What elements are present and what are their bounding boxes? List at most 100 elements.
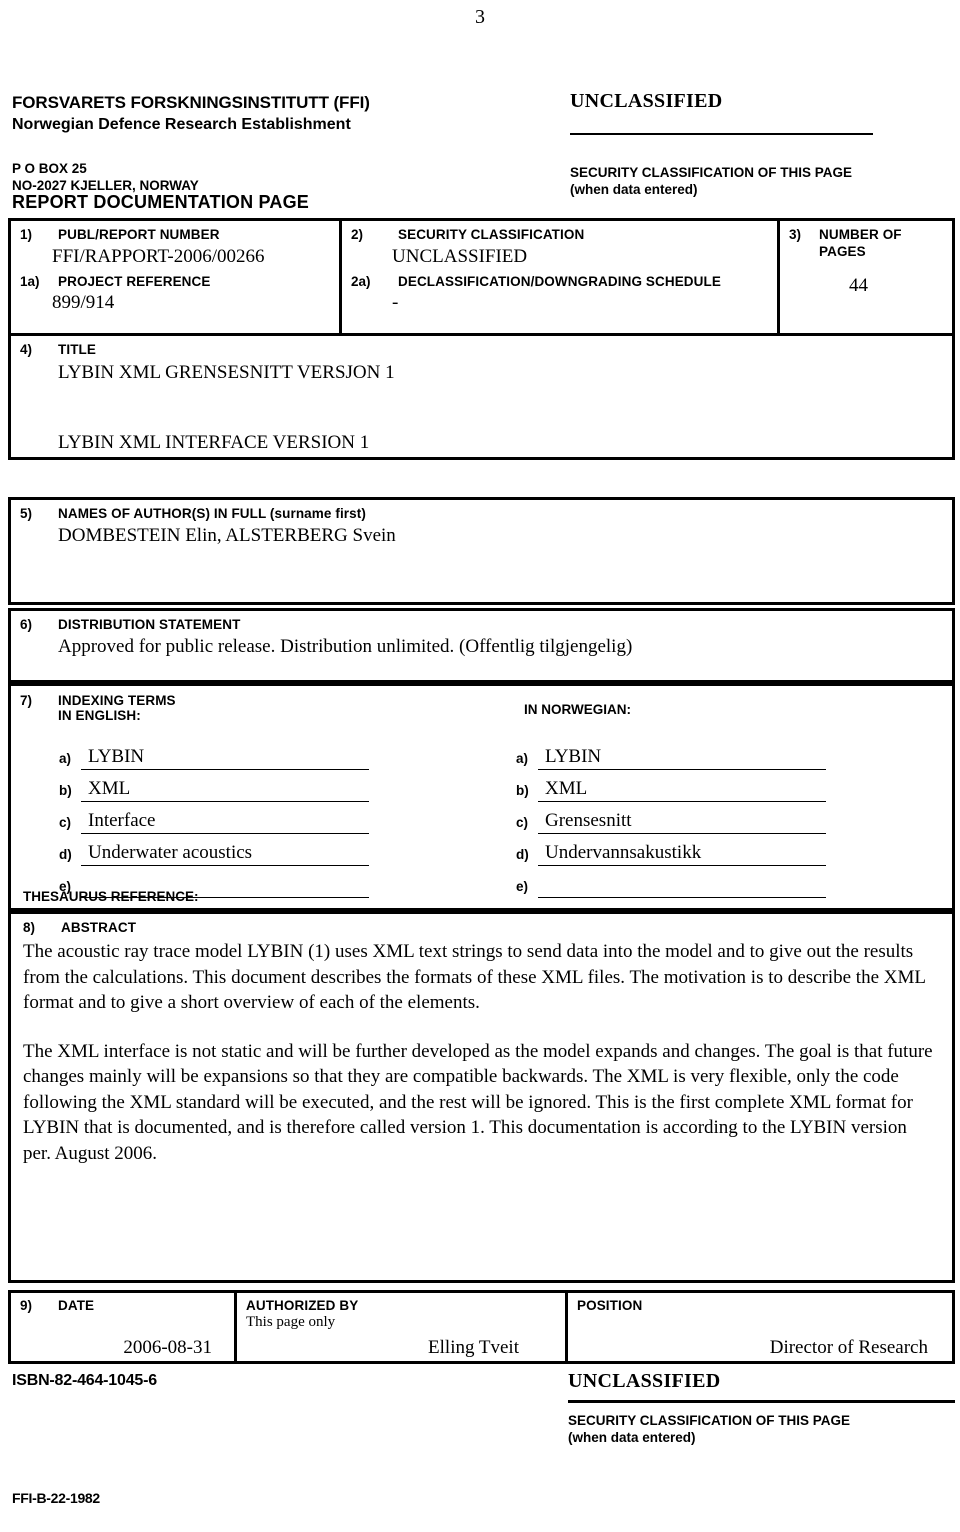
indexing-term-en-c[interactable]: Interface (81, 810, 369, 834)
security-classification-header: 2) SECURITY CLASSIFICATION (351, 227, 777, 242)
indexing-term-row: c) Grensesnitt (516, 802, 826, 834)
project-reference-value: 899/914 (52, 292, 115, 313)
abstract-paragraph-2: The XML interface is not static and will… (23, 1040, 933, 1164)
header-security-note-line-2: (when data entered) (570, 182, 698, 197)
security-classification-label: SECURITY CLASSIFICATION (398, 227, 585, 242)
indexing-terms-label-norwegian: IN NORWEGIAN: (524, 702, 631, 717)
number-of-pages-value: 44 (849, 275, 868, 296)
indexing-terms-header: 7) INDEXING TERMS IN ENGLISH: (20, 693, 952, 723)
footer-security-note-line-1: SECURITY CLASSIFICATION OF THIS PAGE (568, 1413, 851, 1428)
indexing-letter-c-en: c) (59, 815, 72, 830)
indexing-term-row: d) Undervannsakustikk (516, 834, 826, 866)
abstract-inner: 8) ABSTRACT The acoustic ray trace model… (11, 914, 952, 1166)
organization-address: P O BOX 25 NO-2027 KJELLER, NORWAY (12, 160, 442, 194)
field-number-4: 4) (20, 342, 33, 357)
indexing-letter-a-no: a) (516, 751, 529, 766)
indexing-terms-block: 7) INDEXING TERMS IN ENGLISH: IN NORWEGI… (8, 683, 955, 911)
header-classification: UNCLASSIFIED (570, 90, 723, 112)
security-classification-cell: 2) SECURITY CLASSIFICATION UNCLASSIFIED … (342, 221, 780, 333)
authors-inner: 5) NAMES OF AUTHOR(S) IN FULL (surname f… (11, 500, 952, 547)
title-label: TITLE (58, 342, 96, 357)
date-value: 2006-08-31 (123, 1337, 212, 1358)
footer-classification: UNCLASSIFIED (568, 1370, 721, 1392)
indexing-term-row: b) XML (516, 770, 826, 802)
project-reference-label: PROJECT REFERENCE (58, 274, 211, 289)
field-number-2a: 2a) (351, 274, 371, 289)
field-number-9: 9) (20, 1298, 33, 1313)
distribution-value: Approved for public release. Distributio… (58, 636, 633, 657)
distribution-inner: 6) DISTRIBUTION STATEMENT Approved for p… (11, 611, 952, 658)
indexing-term-row: a) LYBIN (59, 738, 369, 770)
title-inner: 4) TITLE LYBIN XML GRENSESNITT VERSJON 1… (11, 336, 952, 463)
form-code: FFI-B-22-1982 (12, 1490, 100, 1506)
indexing-terms-labels: INDEXING TERMS IN ENGLISH: (58, 693, 176, 723)
number-of-pages-cell: 3) NUMBER OF PAGES 44 (780, 221, 952, 333)
publ-report-number-label: PUBL/REPORT NUMBER (58, 227, 220, 242)
publ-report-number-value: FFI/RAPPORT-2006/00266 (52, 246, 265, 267)
field-number-1: 1) (20, 227, 33, 242)
report-documentation-page: 3 FORSVARETS FORSKNINGSINSTITUTT (FFI) N… (0, 0, 960, 1532)
header-security-note-line-1: SECURITY CLASSIFICATION OF THIS PAGE (570, 165, 853, 180)
footer-classification-rule (568, 1400, 955, 1403)
thesaurus-reference-label: THESAURUS REFERENCE: (23, 889, 199, 904)
indexing-letter-c-no: c) (516, 815, 529, 830)
indexing-term-no-a[interactable]: LYBIN (538, 746, 826, 770)
distribution-block: 6) DISTRIBUTION STATEMENT Approved for p… (8, 608, 955, 683)
field-number-1a: 1a) (20, 274, 40, 289)
date-cell: 9) DATE 2006-08-31 (11, 1293, 237, 1361)
authorized-by-label: AUTHORIZED BY (246, 1298, 359, 1313)
indexing-term-row: a) LYBIN (516, 738, 826, 770)
authorized-by-value: Elling Tveit (428, 1337, 519, 1358)
authors-value: DOMBESTEIN Elin, ALSTERBERG Svein (58, 525, 396, 546)
report-identification-block: 1) PUBL/REPORT NUMBER FFI/RAPPORT-2006/0… (8, 218, 955, 336)
indexing-term-no-e[interactable] (538, 874, 826, 898)
number-of-pages-label-line-1: NUMBER OF (819, 227, 902, 242)
indexing-term-row: e) (516, 866, 826, 898)
organization-name-no: FORSVARETS FORSKNINGSINSTITUTT (FFI) (12, 93, 370, 112)
title-value-english: LYBIN XML INTERFACE VERSION 1 (58, 432, 370, 453)
publ-report-number-header: 1) PUBL/REPORT NUMBER (20, 227, 339, 242)
isbn-number: ISBN-82-464-1045-6 (12, 1372, 157, 1389)
page-number: 3 (475, 6, 485, 28)
indexing-terms-norwegian-column: a) LYBIN b) XML c) Grensesnitt d) Underv… (516, 738, 826, 898)
field-number-3: 3) (789, 227, 802, 242)
abstract-block: 8) ABSTRACT The acoustic ray trace model… (8, 911, 955, 1283)
number-of-pages-header: 3) NUMBER OF (789, 227, 952, 242)
indexing-term-no-c[interactable]: Grensesnitt (538, 810, 826, 834)
indexing-term-en-b[interactable]: XML (81, 778, 369, 802)
security-classification-value: UNCLASSIFIED (392, 246, 528, 267)
indexing-term-no-d[interactable]: Undervannsakustikk (538, 842, 826, 866)
indexing-terms-inner: 7) INDEXING TERMS IN ENGLISH: IN NORWEGI… (11, 686, 952, 908)
position-label: POSITION (577, 1298, 643, 1313)
distribution-label: DISTRIBUTION STATEMENT (58, 617, 241, 632)
indexing-terms-english-column: a) LYBIN b) XML c) Interface d) Underwat… (59, 738, 369, 898)
signature-block: 9) DATE 2006-08-31 AUTHORIZED BY This pa… (8, 1290, 955, 1364)
indexing-terms-label-line-2: IN ENGLISH: (58, 708, 141, 723)
indexing-letter-d-en: d) (59, 847, 72, 862)
indexing-terms-label-line-1: INDEXING TERMS (58, 693, 176, 708)
indexing-letter-b-en: b) (59, 783, 72, 798)
indexing-letter-d-no: d) (516, 847, 529, 862)
position-value: Director of Research (769, 1337, 928, 1358)
authors-header: 5) NAMES OF AUTHOR(S) IN FULL (surname f… (20, 506, 952, 521)
indexing-term-en-a[interactable]: LYBIN (81, 746, 369, 770)
authorized-by-cell: AUTHORIZED BY This page only Elling Tvei… (237, 1293, 568, 1361)
project-reference-header: 1a) PROJECT REFERENCE (20, 274, 339, 289)
authors-block: 5) NAMES OF AUTHOR(S) IN FULL (surname f… (8, 497, 955, 605)
organization-header: FORSVARETS FORSKNINGSINSTITUTT (FFI) Nor… (12, 92, 442, 135)
title-block: 4) TITLE LYBIN XML GRENSESNITT VERSJON 1… (8, 336, 955, 460)
field-number-6: 6) (20, 617, 33, 632)
abstract-label: ABSTRACT (61, 920, 137, 935)
footer-security-note: SECURITY CLASSIFICATION OF THIS PAGE (wh… (568, 1412, 850, 1446)
indexing-term-no-b[interactable]: XML (538, 778, 826, 802)
indexing-term-row: c) Interface (59, 802, 369, 834)
authorized-by-sublabel: This page only (246, 1314, 336, 1330)
indexing-term-row: b) XML (59, 770, 369, 802)
declassification-value: - (392, 292, 399, 313)
abstract-header: 8) ABSTRACT (23, 920, 938, 935)
declassification-header: 2a) DECLASSIFICATION/DOWNGRADING SCHEDUL… (351, 274, 777, 289)
field-number-5: 5) (20, 506, 33, 521)
indexing-term-en-d[interactable]: Underwater acoustics (81, 842, 369, 866)
indexing-letter-e-no: e) (516, 879, 529, 894)
authors-label: NAMES OF AUTHOR(S) IN FULL (surname firs… (58, 506, 366, 521)
